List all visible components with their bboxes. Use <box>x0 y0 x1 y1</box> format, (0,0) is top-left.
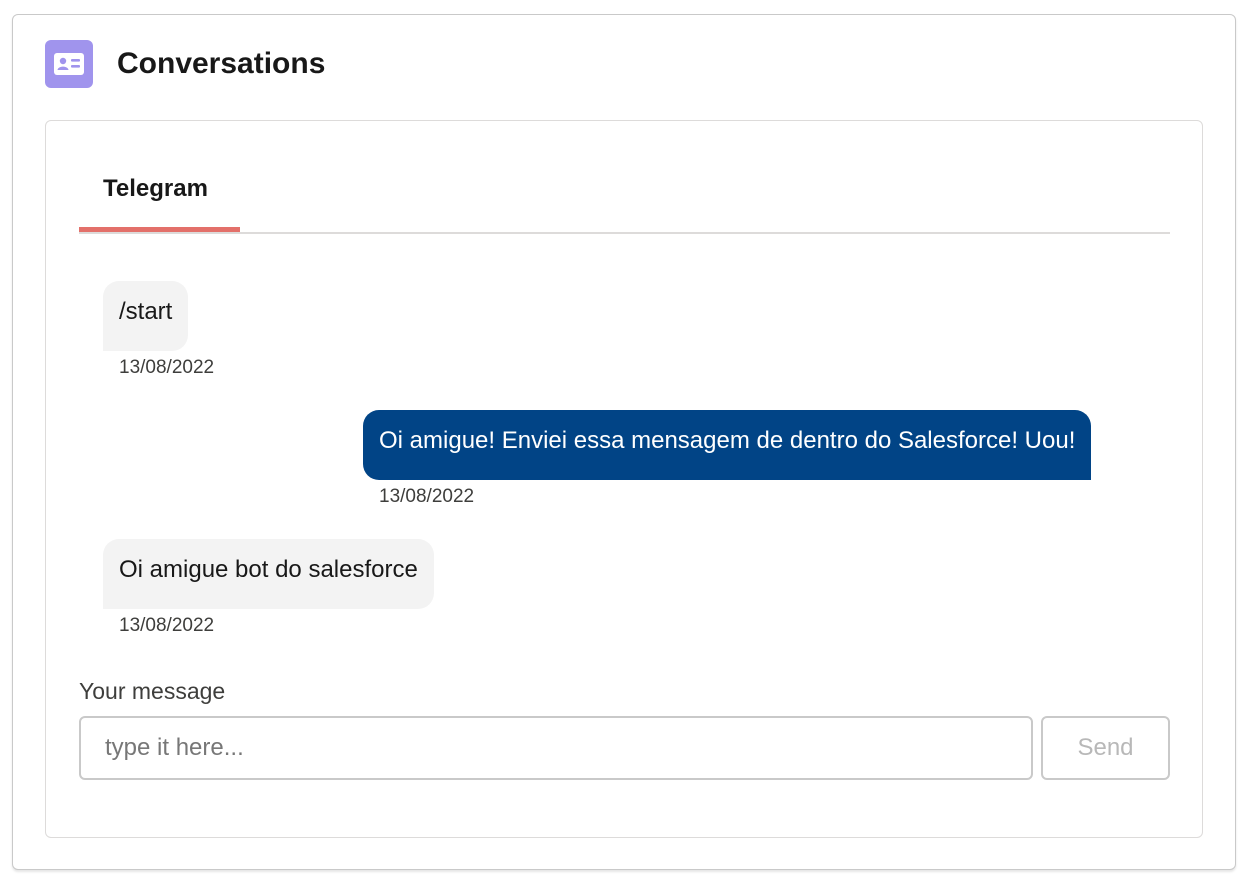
message-bubble: Oi amigue bot do salesforce <box>103 539 434 609</box>
message-bubble: /start <box>103 281 189 351</box>
send-button[interactable]: Send <box>1041 716 1170 780</box>
message-date: 13/08/2022 <box>379 486 475 507</box>
conversation-panel: Telegram /start 13/08/2022 Oi amigue! En… <box>45 120 1203 838</box>
contact-card-icon <box>45 40 93 88</box>
card-title: Conversations <box>117 47 326 80</box>
message-date: 13/08/2022 <box>119 615 215 636</box>
tab-label: Telegram <box>103 175 208 202</box>
tab-telegram[interactable]: Telegram <box>79 163 240 232</box>
conversations-card: Conversations Telegram /start 13/08/2022… <box>12 14 1236 870</box>
card-header: Conversations <box>45 39 325 89</box>
message-input-label: Your message <box>79 678 226 704</box>
message-inbound: Oi amigue bot do salesforce 13/08/2022 <box>103 539 434 637</box>
message-inbound: /start 13/08/2022 <box>103 281 214 379</box>
message-bubble: Oi amigue! Enviei essa mensagem de dentr… <box>363 410 1092 480</box>
channel-tabs: Telegram <box>79 163 1170 234</box>
message-input[interactable] <box>79 716 1033 780</box>
message-date: 13/08/2022 <box>119 357 215 378</box>
message-outbound: Oi amigue! Enviei essa mensagem de dentr… <box>363 410 1092 508</box>
